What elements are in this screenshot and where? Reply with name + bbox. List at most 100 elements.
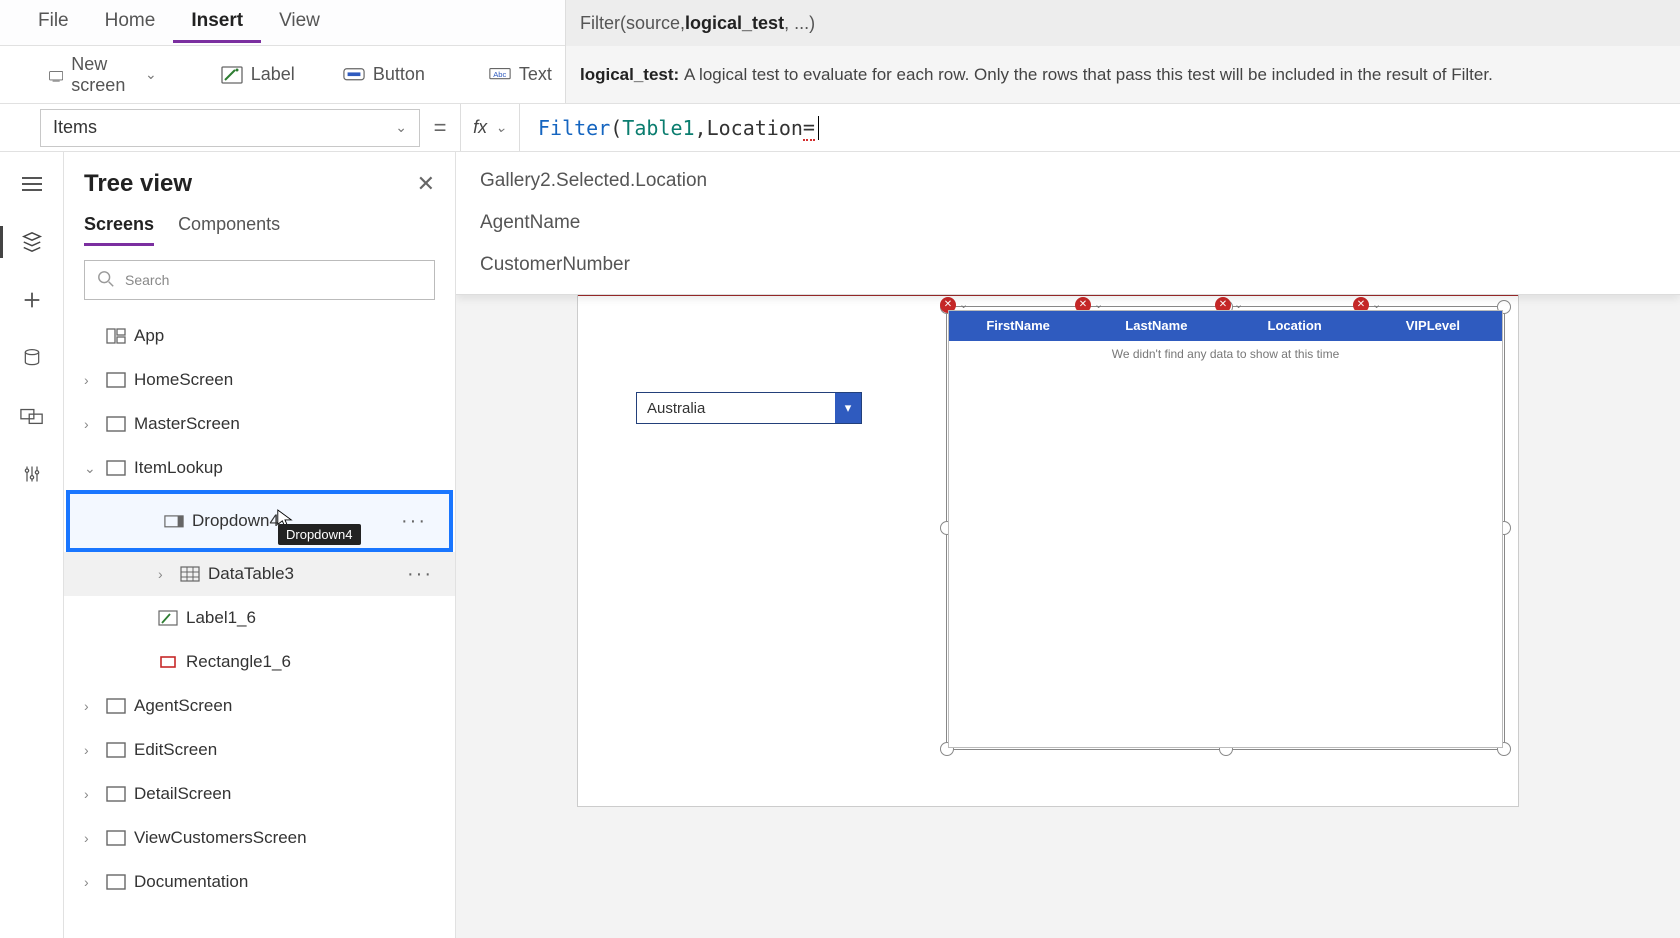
label-icon xyxy=(221,66,243,84)
fx-button[interactable]: fx ⌄ xyxy=(460,104,520,151)
tree-item-label: Documentation xyxy=(134,872,248,892)
screen-icon xyxy=(106,874,126,890)
tree-item-label: HomeScreen xyxy=(134,370,233,390)
tree-item-datatable3[interactable]: › DataTable3 ··· xyxy=(64,552,455,596)
hamburger-icon[interactable] xyxy=(17,172,47,196)
data-table-control[interactable]: FirstName LastName Location VIPLevel We … xyxy=(948,310,1503,748)
tree-item-label: AgentScreen xyxy=(134,696,232,716)
left-tool-rail xyxy=(0,152,64,938)
menu-file[interactable]: File xyxy=(20,2,87,43)
screen-icon xyxy=(106,786,126,802)
tree-item-app[interactable]: App xyxy=(64,314,455,358)
property-selector[interactable]: Items ⌄ xyxy=(40,109,420,147)
tree-item-dropdown4[interactable]: Dropdown4 ··· Dropdown4 xyxy=(70,494,449,548)
chevron-down-icon: ⌄ xyxy=(84,460,98,477)
tree-item-tooltip: Dropdown4 xyxy=(278,524,361,545)
tree-item-label: App xyxy=(134,326,164,346)
chevron-right-icon: › xyxy=(84,786,98,802)
autocomplete-item[interactable]: AgentName xyxy=(456,202,1680,244)
media-pane-icon[interactable] xyxy=(17,404,47,428)
chevron-right-icon: › xyxy=(84,416,98,432)
tree-item-detailscreen[interactable]: › DetailScreen xyxy=(64,772,455,816)
ribbon: New screen ⌄ Label Button Abc Text ⌄ log… xyxy=(0,46,1680,104)
tree-item-label: Rectangle1_6 xyxy=(186,652,291,672)
tree-item-rectangle1-6[interactable]: Rectangle1_6 xyxy=(64,640,455,684)
data-pane-icon[interactable] xyxy=(17,346,47,370)
insert-text-label: Text xyxy=(519,64,552,85)
menu-view[interactable]: View xyxy=(261,2,338,43)
data-table-header: FirstName LastName Location VIPLevel xyxy=(949,311,1502,341)
insert-button-text: Button xyxy=(373,64,425,85)
screen-icon xyxy=(106,460,126,476)
formula-token-function: Filter xyxy=(538,116,610,140)
tree-item-masterscreen[interactable]: › MasterScreen xyxy=(64,402,455,446)
tree-item-itemlookup[interactable]: ⌄ ItemLookup xyxy=(64,446,455,490)
tree-item-viewcustomers[interactable]: › ViewCustomersScreen xyxy=(64,816,455,860)
insert-button-button[interactable]: Button xyxy=(324,55,444,94)
tree-item-documentation[interactable]: › Documentation xyxy=(64,860,455,904)
more-options-icon[interactable]: ··· xyxy=(401,510,427,533)
tree-item-editscreen[interactable]: › EditScreen xyxy=(64,728,455,772)
help-param-name: logical_test: xyxy=(580,65,679,85)
tree-item-label: DataTable3 xyxy=(208,564,294,584)
tree-item-label1-6[interactable]: Label1_6 xyxy=(64,596,455,640)
chevron-down-icon: ⌄ xyxy=(495,119,507,136)
menu-home[interactable]: Home xyxy=(87,2,174,43)
screen-icon xyxy=(106,830,126,846)
formula-signature-bar: Filter(source, logical_test , ...) xyxy=(565,0,1680,46)
help-param-desc: A logical test to evaluate for each row.… xyxy=(684,65,1493,85)
chevron-down-icon: ⌄ xyxy=(145,66,157,83)
fx-label: fx xyxy=(473,117,487,138)
tree-search-box[interactable]: Search xyxy=(84,260,435,300)
autocomplete-item[interactable]: CustomerNumber xyxy=(456,244,1680,286)
data-table-empty-message: We didn't find any data to show at this … xyxy=(949,341,1502,367)
search-placeholder: Search xyxy=(125,272,169,288)
screen-icon xyxy=(49,66,63,84)
chevron-right-icon: › xyxy=(84,874,98,890)
column-header[interactable]: LastName xyxy=(1087,311,1225,341)
tree-item-label: MasterScreen xyxy=(134,414,240,434)
screen-icon xyxy=(106,416,126,432)
formula-bar-row: Items ⌄ = fx ⌄ Filter ( Table1 , Locatio… xyxy=(0,104,1680,152)
column-header[interactable]: Location xyxy=(1226,311,1364,341)
tree-item-label: DetailScreen xyxy=(134,784,231,804)
tree-item-label: Label1_6 xyxy=(186,608,256,628)
svg-text:Abc: Abc xyxy=(493,70,506,79)
insert-label-button[interactable]: Label xyxy=(202,55,314,94)
tree-view-icon[interactable] xyxy=(17,230,47,254)
tab-components[interactable]: Components xyxy=(178,214,280,246)
screen-icon xyxy=(106,372,126,388)
formula-token-comma: , xyxy=(695,116,707,140)
formula-autocomplete-dropdown: Gallery2.Selected.Location AgentName Cus… xyxy=(456,152,1680,295)
dropdown-control[interactable]: Australia ▾ xyxy=(636,392,862,424)
tree-item-label: ItemLookup xyxy=(134,458,223,478)
tab-screens[interactable]: Screens xyxy=(84,214,154,246)
insert-label-text: Label xyxy=(251,64,295,85)
search-icon xyxy=(97,270,115,291)
signature-suffix: , ...) xyxy=(784,13,815,34)
tree-view-title: Tree view xyxy=(84,170,192,198)
formula-token-field: Location xyxy=(707,116,803,140)
equals-sign: = xyxy=(420,115,460,141)
advanced-tools-icon[interactable] xyxy=(17,462,47,486)
formula-token-operator: = xyxy=(803,115,815,141)
menu-insert[interactable]: Insert xyxy=(173,2,261,43)
tree-item-homescreen[interactable]: › HomeScreen xyxy=(64,358,455,402)
formula-input[interactable]: Filter ( Table1 , Location = xyxy=(520,104,1680,151)
autocomplete-item[interactable]: Gallery2.Selected.Location xyxy=(456,160,1680,202)
column-header[interactable]: VIPLevel xyxy=(1364,311,1502,341)
text-caret xyxy=(818,116,819,140)
close-icon[interactable]: ✕ xyxy=(417,171,435,197)
column-header[interactable]: FirstName xyxy=(949,311,1087,341)
chevron-down-icon: ⌄ xyxy=(395,119,407,136)
tree-item-label: Dropdown4 xyxy=(192,511,279,531)
insert-pane-icon[interactable] xyxy=(17,288,47,312)
tree-item-agentscreen[interactable]: › AgentScreen xyxy=(64,684,455,728)
design-canvas[interactable]: Gallery2.Selected.Location AgentName Cus… xyxy=(456,152,1680,938)
parameter-help-bar: logical_test: A logical test to evaluate… xyxy=(565,46,1680,103)
new-screen-button[interactable]: New screen ⌄ xyxy=(30,45,176,105)
app-preview-screen[interactable]: Item Lookup Australia ▾ ⌄ ⌄ ⌄ xyxy=(578,296,1518,806)
more-options-icon[interactable]: ··· xyxy=(407,563,433,586)
chevron-down-icon[interactable]: ▾ xyxy=(835,393,861,423)
chevron-right-icon: › xyxy=(84,372,98,388)
